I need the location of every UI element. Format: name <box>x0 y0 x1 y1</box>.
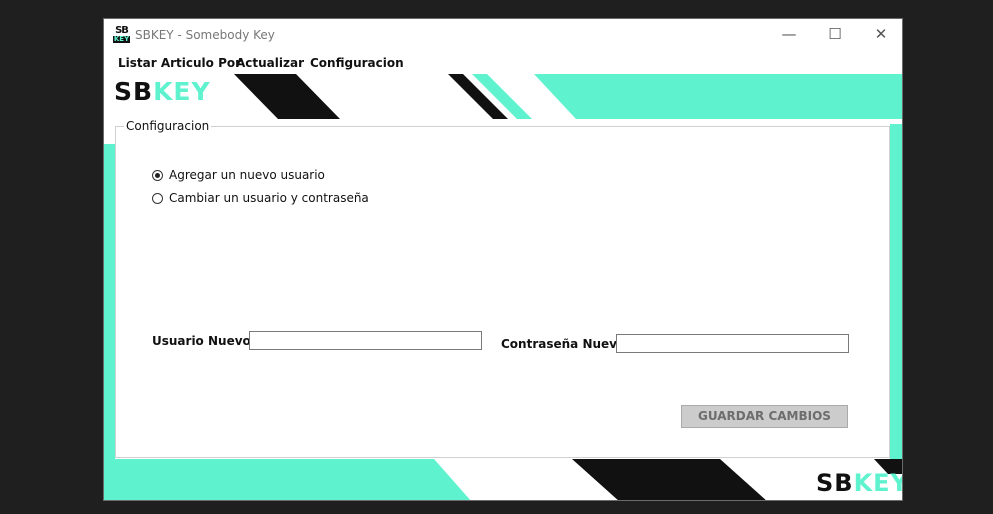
close-button[interactable]: ✕ <box>858 19 902 50</box>
close-icon: ✕ <box>874 25 888 43</box>
minimize-icon: — <box>781 25 797 43</box>
radio-cambiar-label[interactable]: Cambiar un usuario y contraseña <box>169 191 369 205</box>
configuracion-group: Configuracion Agregar un nuevo usuario C… <box>115 119 890 458</box>
app-logo-icon: SB KEY <box>113 26 130 43</box>
minimize-button[interactable]: — <box>766 19 812 50</box>
radio-agregar-usuario[interactable]: Agregar un nuevo usuario <box>152 167 325 183</box>
app-icon-top-text: SB <box>115 25 129 36</box>
branding-background: SBKEY SBKEY Configuracion Agregar un nue… <box>104 74 902 500</box>
radio-button-checked-icon[interactable] <box>152 169 163 181</box>
usuario-nuevo-input[interactable] <box>249 331 482 350</box>
app-icon-bottom-text: KEY <box>113 35 130 43</box>
menu-actualizar[interactable]: Actualizar <box>236 56 304 70</box>
contrasena-nueva-input[interactable] <box>616 334 849 353</box>
window-title: SBKEY - Somebody Key <box>135 28 275 42</box>
guardar-cambios-button[interactable]: GUARDAR CAMBIOS <box>681 405 848 428</box>
usuario-nuevo-label: Usuario Nuevo <box>152 334 251 348</box>
menu-bar: Listar Articulo Por Actualizar Configura… <box>104 52 902 74</box>
footer-logo-sb: SB <box>816 469 854 497</box>
radio-button-unchecked-icon[interactable] <box>152 192 163 204</box>
maximize-icon: ☐ <box>828 25 842 43</box>
menu-listar-articulo-por[interactable]: Listar Articulo Por <box>118 56 241 70</box>
title-bar[interactable]: SB KEY SBKEY - Somebody Key — ☐ ✕ <box>104 19 902 50</box>
group-title: Configuracion <box>124 119 212 133</box>
header-logo: SBKEY <box>114 77 211 106</box>
menu-configuracion[interactable]: Configuracion <box>310 56 404 70</box>
footer-logo: SBKEY <box>816 469 902 497</box>
radio-cambiar-usuario[interactable]: Cambiar un usuario y contraseña <box>152 190 369 206</box>
radio-agregar-label[interactable]: Agregar un nuevo usuario <box>169 168 325 182</box>
contrasena-nueva-label: Contraseña Nueva <box>501 337 626 351</box>
footer-logo-key: KEY <box>853 469 902 497</box>
app-window: SB KEY SBKEY - Somebody Key — ☐ ✕ Listar… <box>103 18 903 501</box>
header-logo-key: KEY <box>153 77 211 106</box>
header-logo-sb: SB <box>114 77 154 106</box>
maximize-button[interactable]: ☐ <box>812 19 858 50</box>
